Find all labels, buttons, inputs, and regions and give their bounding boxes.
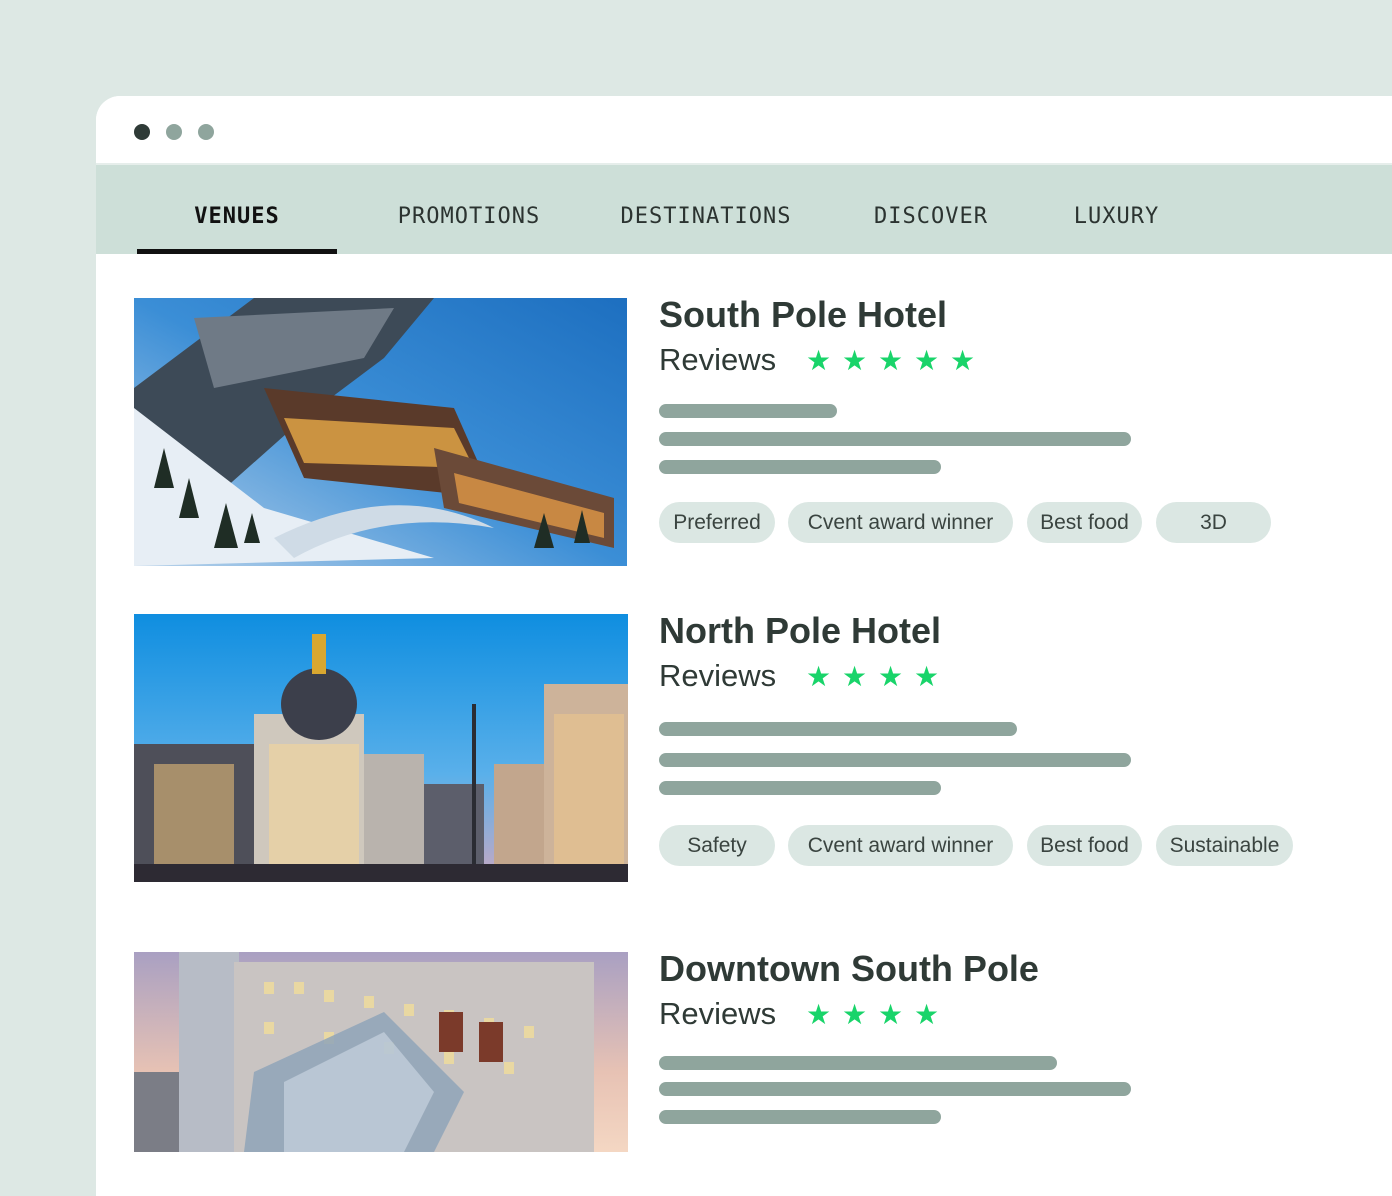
window-maximize-dot[interactable]: [198, 124, 214, 140]
tag-chip[interactable]: Best food: [1027, 825, 1142, 866]
star-icon: ★: [878, 344, 904, 376]
tag-chip[interactable]: Best food: [1027, 502, 1142, 543]
window-close-dot[interactable]: [134, 124, 150, 140]
star-icon: ★: [842, 344, 868, 376]
tag-chip[interactable]: Preferred: [659, 502, 775, 543]
placeholder-text-line: [659, 460, 941, 474]
venue-card[interactable]: North Pole Hotel Reviews ★ ★ ★ ★ Safety Cve…: [134, 610, 1392, 884]
venue-reviews: Reviews ★ ★ ★ ★ ★: [659, 342, 981, 382]
placeholder-text-line: [659, 722, 1017, 736]
venue-name[interactable]: North Pole Hotel: [659, 610, 941, 652]
city-street-dusk-photo[interactable]: [134, 614, 628, 882]
tag-chip[interactable]: Cvent award winner: [788, 825, 1013, 866]
tab-discover[interactable]: DISCOVER: [856, 165, 1006, 254]
tab-label: DESTINATIONS: [620, 204, 792, 229]
star-icon: ★: [914, 998, 940, 1030]
star-rating: ★ ★ ★ ★: [801, 660, 945, 693]
star-rating: ★ ★ ★ ★: [801, 998, 945, 1031]
tab-label: PROMOTIONS: [397, 204, 541, 229]
venue-card[interactable]: Downtown South Pole Reviews ★ ★ ★ ★: [134, 948, 1392, 1152]
star-icon: ★: [878, 660, 904, 692]
star-icon: ★: [878, 998, 904, 1030]
tab-label: DISCOVER: [874, 204, 988, 229]
reviews-label: Reviews: [659, 342, 777, 377]
venue-name[interactable]: South Pole Hotel: [659, 294, 947, 336]
star-icon: ★: [950, 344, 976, 376]
star-icon: ★: [914, 660, 940, 692]
category-tab-bar: VENUES PROMOTIONS DESTINATIONS DISCOVER …: [96, 163, 1392, 254]
placeholder-text-line: [659, 781, 941, 795]
tab-destinations[interactable]: DESTINATIONS: [601, 165, 811, 254]
placeholder-text-line: [659, 753, 1131, 767]
star-rating: ★ ★ ★ ★ ★: [801, 344, 981, 377]
tag-chip[interactable]: Cvent award winner: [788, 502, 1013, 543]
placeholder-text-line: [659, 404, 837, 418]
star-icon: ★: [842, 660, 868, 692]
tab-venues[interactable]: VENUES: [137, 165, 337, 254]
star-icon: ★: [806, 344, 832, 376]
star-icon: ★: [842, 998, 868, 1030]
star-icon: ★: [806, 998, 832, 1030]
window-titlebar: [96, 96, 1392, 162]
tag-chip[interactable]: 3D: [1156, 502, 1271, 543]
window-minimize-dot[interactable]: [166, 124, 182, 140]
reviews-label: Reviews: [659, 658, 777, 693]
venue-card[interactable]: South Pole Hotel Reviews ★ ★ ★ ★ ★ Preferred…: [134, 294, 1392, 568]
star-icon: ★: [806, 660, 832, 692]
venue-reviews: Reviews ★ ★ ★ ★: [659, 996, 945, 1036]
placeholder-text-line: [659, 1056, 1057, 1070]
placeholder-text-line: [659, 1110, 941, 1124]
star-icon: ★: [914, 344, 940, 376]
placeholder-text-line: [659, 432, 1131, 446]
active-tab-indicator: [137, 249, 337, 254]
tab-label: LUXURY: [1073, 204, 1160, 229]
tag-chip[interactable]: Safety: [659, 825, 775, 866]
venue-name[interactable]: Downtown South Pole: [659, 948, 1039, 990]
tab-luxury[interactable]: LUXURY: [1054, 165, 1179, 254]
placeholder-text-line: [659, 1082, 1131, 1096]
reviews-label: Reviews: [659, 996, 777, 1031]
tab-label: VENUES: [194, 204, 280, 229]
tag-chip[interactable]: Sustainable: [1156, 825, 1293, 866]
modern-hotel-building-photo[interactable]: [134, 952, 628, 1152]
venue-reviews: Reviews ★ ★ ★ ★: [659, 658, 945, 698]
snowy-mountain-resort-photo[interactable]: [134, 298, 627, 566]
browser-window: VENUES PROMOTIONS DESTINATIONS DISCOVER …: [96, 96, 1392, 1196]
tab-promotions[interactable]: PROMOTIONS: [374, 165, 564, 254]
